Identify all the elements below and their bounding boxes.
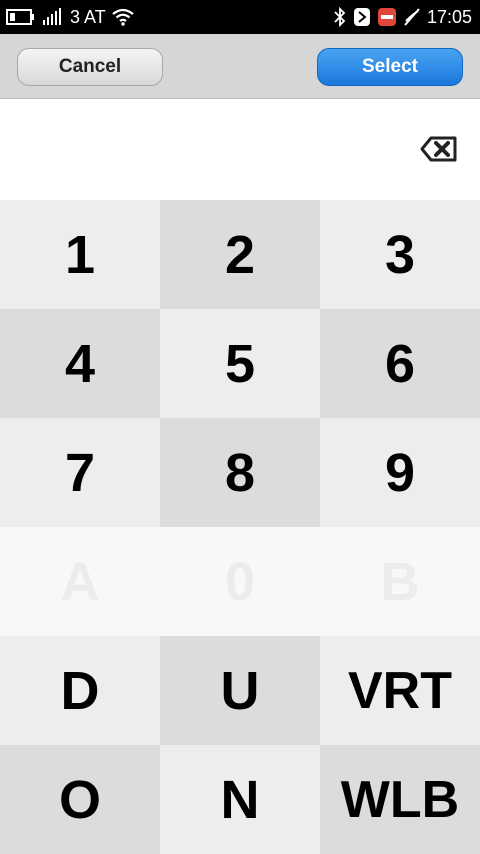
key-5[interactable]: 5	[160, 309, 320, 418]
key-b-disabled: B	[320, 527, 480, 636]
key-9[interactable]: 9	[320, 418, 480, 527]
key-3[interactable]: 3	[320, 200, 480, 309]
key-a-disabled: A	[0, 527, 160, 636]
cancel-button[interactable]: Cancel	[17, 48, 163, 86]
bluetooth-icon	[333, 7, 347, 27]
wifi-icon	[112, 8, 134, 26]
key-4[interactable]: 4	[0, 309, 160, 418]
select-button[interactable]: Select	[317, 48, 463, 86]
key-2[interactable]: 2	[160, 200, 320, 309]
offline-icon	[403, 7, 421, 27]
battery-icon	[6, 8, 36, 26]
key-n[interactable]: N	[160, 745, 320, 854]
status-bar: 3 AT 17:05	[0, 0, 480, 34]
key-vrt[interactable]: VRT	[320, 636, 480, 745]
key-d[interactable]: D	[0, 636, 160, 745]
do-not-disturb-icon	[377, 7, 397, 27]
nfc-icon	[353, 7, 371, 27]
key-wlb[interactable]: WLB	[320, 745, 480, 854]
key-1[interactable]: 1	[0, 200, 160, 309]
keypad: 1 2 3 4 5 6 7 8 9 A 0 B D U VRT O N WLB	[0, 200, 480, 854]
carrier-name: 3 AT	[70, 7, 106, 27]
key-0-disabled: 0	[160, 527, 320, 636]
clock: 17:05	[426, 7, 472, 27]
key-6[interactable]: 6	[320, 309, 480, 418]
toolbar: Cancel Select	[0, 34, 480, 99]
key-u[interactable]: U	[160, 636, 320, 745]
key-8[interactable]: 8	[160, 418, 320, 527]
backspace-icon[interactable]	[420, 135, 458, 163]
key-7[interactable]: 7	[0, 418, 160, 527]
key-o[interactable]: O	[0, 745, 160, 854]
signal-icon	[42, 8, 64, 26]
input-display[interactable]	[0, 99, 480, 200]
